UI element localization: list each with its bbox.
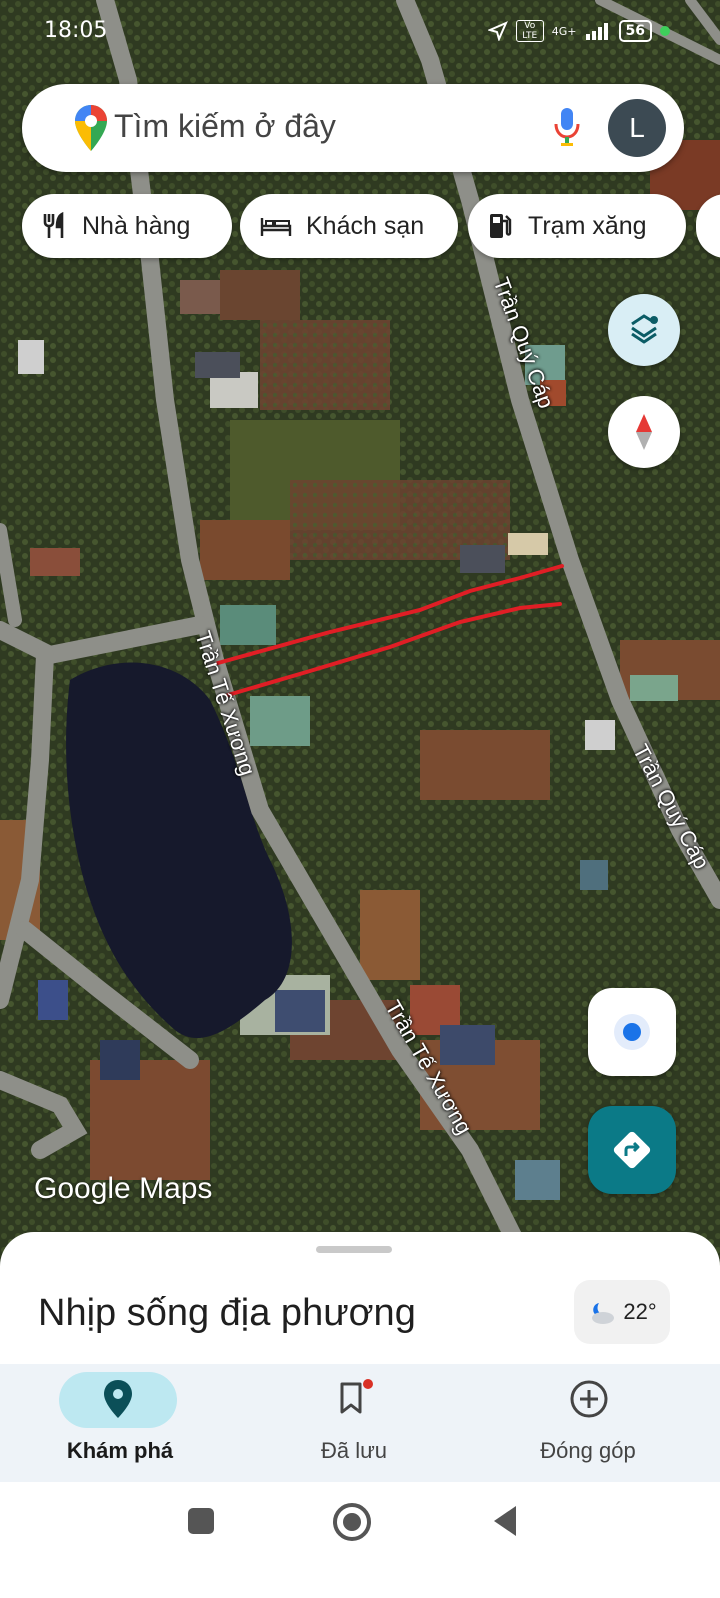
weather-badge[interactable]: 22° [574,1280,670,1344]
explore-pin-icon [104,1380,132,1418]
microphone-icon[interactable] [552,106,582,148]
chip-label: Trạm xăng [528,211,647,240]
moon-cloud-icon [592,1303,615,1324]
nav-saved[interactable]: Đã lưu [234,1364,474,1482]
sheet-title: Nhịp sống địa phương [38,1292,416,1334]
weather-temperature: 22° [623,1299,657,1324]
chip-gas-stations[interactable]: Trạm xăng [468,194,686,258]
compass-button[interactable] [608,396,680,468]
explore-bottom-sheet[interactable]: Nhịp sống địa phương 22° [0,1232,720,1372]
my-location-icon [614,1014,650,1050]
chip-label: Nhà hàng [82,211,191,240]
search-bar[interactable]: Tìm kiếm ở đây L [22,84,684,172]
chip-label: Khách sạn [306,211,425,240]
sheet-drag-handle[interactable] [316,1246,392,1253]
my-location-button[interactable] [588,988,676,1076]
satellite-map[interactable]: Trần Quý Cáp Trần Quý Cáp Trần Tế Xương … [0,0,720,1270]
chip-restaurants[interactable]: Nhà hàng [22,194,232,258]
directions-icon [613,1131,651,1169]
nav-label-contribute: Đóng góp [540,1438,636,1463]
volte-badge: Vo LTE [515,20,544,42]
compass-icon [636,414,652,450]
back-icon[interactable] [490,1504,520,1538]
status-icons: Vo LTE 4G+ 56 [487,20,670,42]
bed-icon [260,218,292,236]
nav-contribute[interactable]: Đóng góp [468,1364,708,1482]
bottom-navigation: Khám phá Đã lưu Đóng góp [0,1364,720,1482]
directions-button[interactable] [588,1106,676,1194]
fork-knife-icon [43,212,64,238]
battery-icon: 56 [618,20,652,42]
status-bar: 18:05 Vo LTE 4G+ 56 [0,0,720,64]
account-avatar[interactable]: L [608,99,666,157]
bookmark-icon [340,1379,373,1414]
layers-icon [631,314,658,344]
signal-icon [585,23,608,40]
add-circle-icon [570,1380,608,1418]
nav-label-explore: Khám phá [66,1438,174,1463]
nav-label-saved: Đã lưu [320,1438,388,1463]
gas-station-icon [490,214,512,238]
map-imagery [0,0,720,1270]
google-maps-logo: Google Maps [34,1172,213,1205]
location-arrow-icon [487,21,508,41]
home-icon[interactable] [332,1502,372,1542]
network-type: 4G+ [551,24,577,38]
google-maps-pin-icon [75,105,107,151]
recents-icon[interactable] [186,1506,216,1536]
chip-hotels[interactable]: Khách sạn [240,194,458,258]
privacy-indicator-icon [660,26,670,36]
search-input[interactable]: Tìm kiếm ở đây [114,108,336,145]
nav-explore[interactable]: Khám phá [0,1364,240,1482]
layers-button[interactable] [608,294,680,366]
system-navigation-bar [0,1482,720,1598]
status-time: 18:05 [44,18,108,43]
